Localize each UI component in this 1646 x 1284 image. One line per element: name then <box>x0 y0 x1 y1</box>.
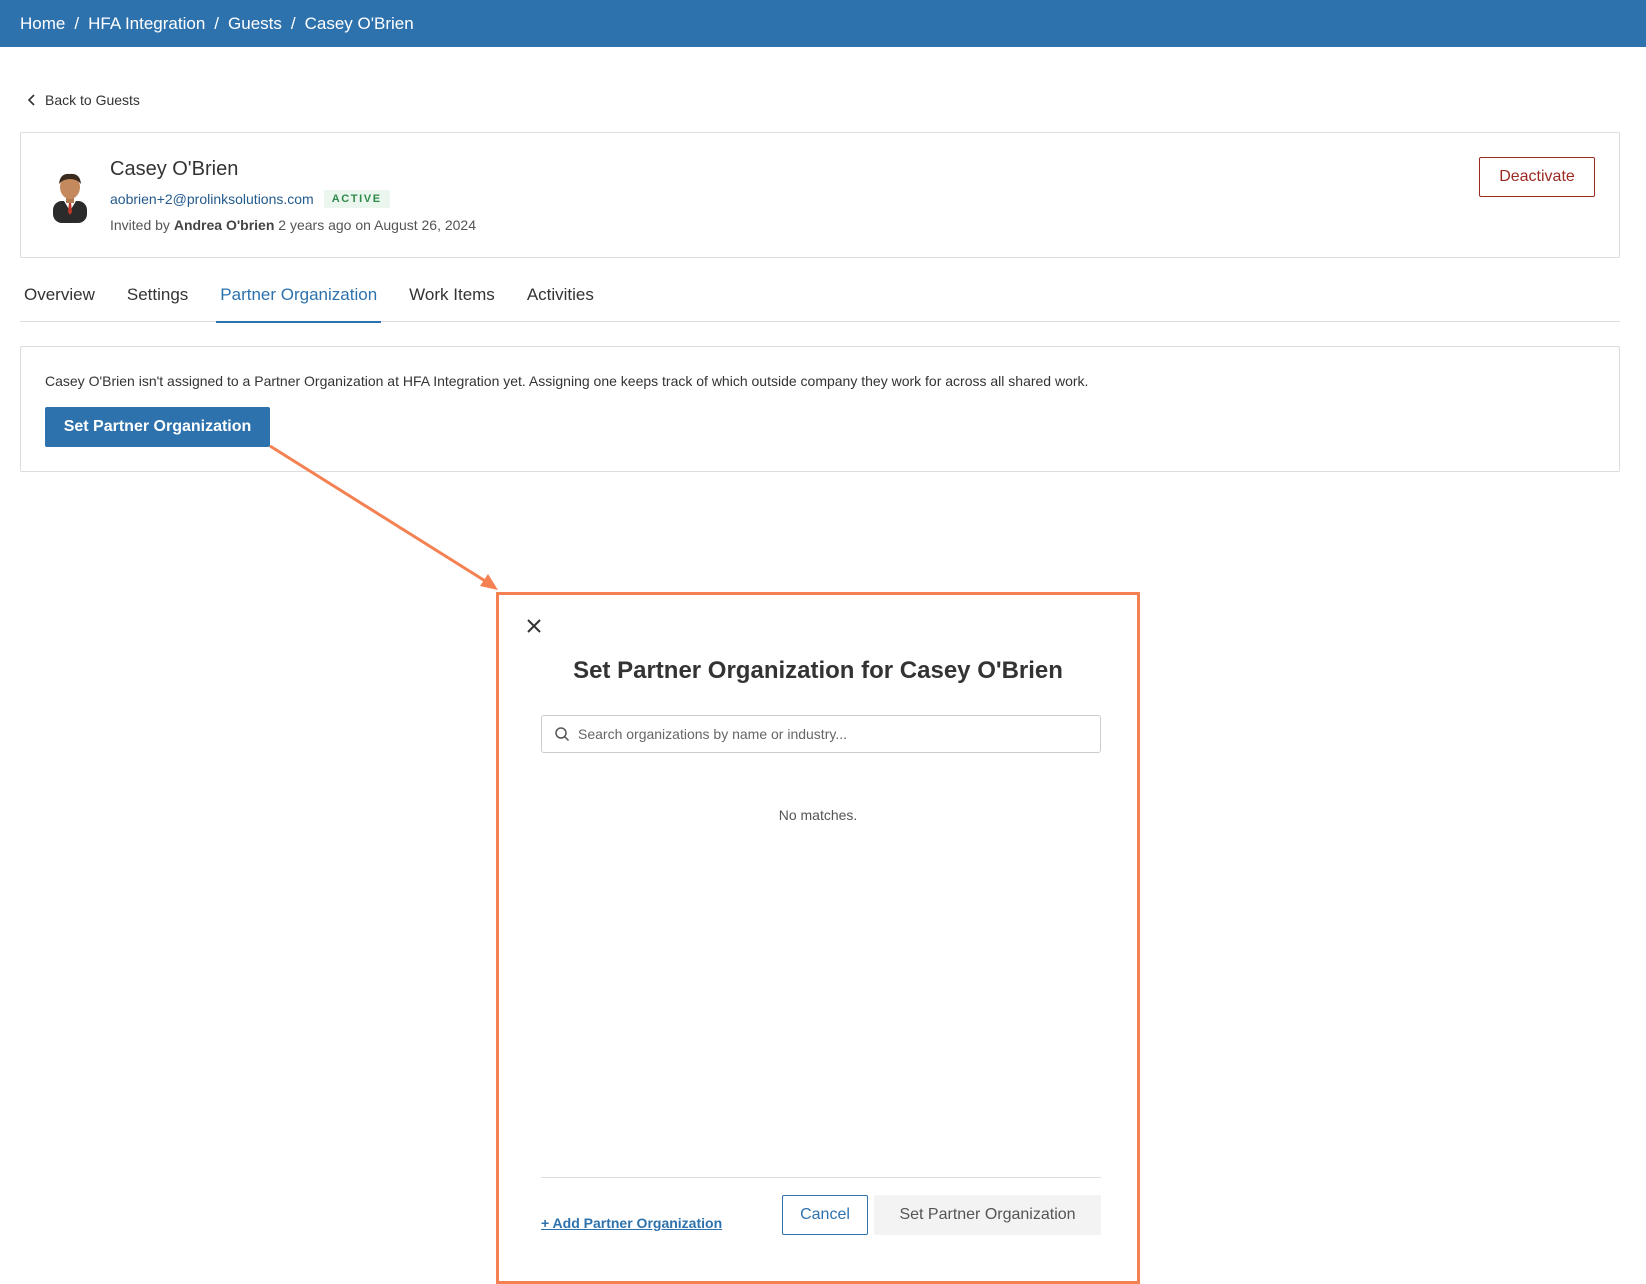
back-link-label: Back to Guests <box>45 92 140 108</box>
cancel-button[interactable]: Cancel <box>782 1195 868 1235</box>
chevron-left-icon <box>27 94 35 106</box>
invited-by-name: Andrea O'brien <box>173 217 275 233</box>
breadcrumb-separator: / <box>290 13 296 33</box>
invited-date: 2 years ago on August 26, 2024 <box>278 217 477 233</box>
dialog-title: Set Partner Organization for Casey O'Bri… <box>573 657 1063 684</box>
empty-state-message: Casey O'Brien isn't assigned to a Partne… <box>45 373 1089 389</box>
add-partner-organization-link[interactable]: + Add Partner Organization <box>541 1215 722 1231</box>
guest-profile-card: Casey O'Brien aobrien+2@prolinksolutions… <box>20 132 1620 258</box>
top-bar: Home / HFA Integration / Guests / Casey … <box>0 0 1646 47</box>
profile-tabs: Overview Settings Partner Organization W… <box>20 268 1620 323</box>
tab-partner-organization[interactable]: Partner Organization <box>216 268 382 323</box>
breadcrumb-current: Casey O'Brien <box>304 13 414 33</box>
tab-work-items[interactable]: Work Items <box>405 268 499 322</box>
organization-search-input[interactable] <box>578 726 1078 742</box>
breadcrumb-hfa-integration[interactable]: HFA Integration <box>88 14 205 34</box>
invited-info: Invited by Andrea O'brien 2 years ago on… <box>110 217 476 233</box>
organization-search[interactable] <box>541 715 1101 753</box>
set-partner-organization-dialog: Set Partner Organization for Casey O'Bri… <box>496 592 1140 1284</box>
partner-organization-panel: Casey O'Brien isn't assigned to a Partne… <box>20 346 1620 472</box>
guest-name: Casey O'Brien <box>110 158 239 180</box>
guest-email-row: aobrien+2@prolinksolutions.com ACTIVE <box>110 190 390 208</box>
no-matches-message: No matches. <box>778 807 858 823</box>
breadcrumb-separator: / <box>214 13 220 33</box>
breadcrumb: Home / HFA Integration / Guests / Casey … <box>20 14 414 34</box>
close-icon[interactable] <box>523 615 545 637</box>
dialog-footer: + Add Partner Organization Cancel Set Pa… <box>541 1177 1101 1257</box>
breadcrumb-guests[interactable]: Guests <box>228 14 282 34</box>
search-icon <box>555 727 570 742</box>
tab-activities[interactable]: Activities <box>523 268 598 322</box>
deactivate-button[interactable]: Deactivate <box>1479 157 1595 197</box>
submit-set-partner-organization-button[interactable]: Set Partner Organization <box>874 1195 1101 1235</box>
guest-email-link[interactable]: aobrien+2@prolinksolutions.com <box>110 191 314 207</box>
set-partner-organization-button[interactable]: Set Partner Organization <box>45 407 270 447</box>
tab-overview[interactable]: Overview <box>20 268 99 322</box>
avatar <box>53 173 87 223</box>
breadcrumb-separator: / <box>74 13 80 33</box>
status-badge: ACTIVE <box>323 190 390 208</box>
tab-settings[interactable]: Settings <box>123 268 192 322</box>
invited-prefix: Invited by <box>110 217 170 233</box>
back-to-guests-link[interactable]: Back to Guests <box>27 92 140 108</box>
breadcrumb-home[interactable]: Home <box>20 14 65 34</box>
